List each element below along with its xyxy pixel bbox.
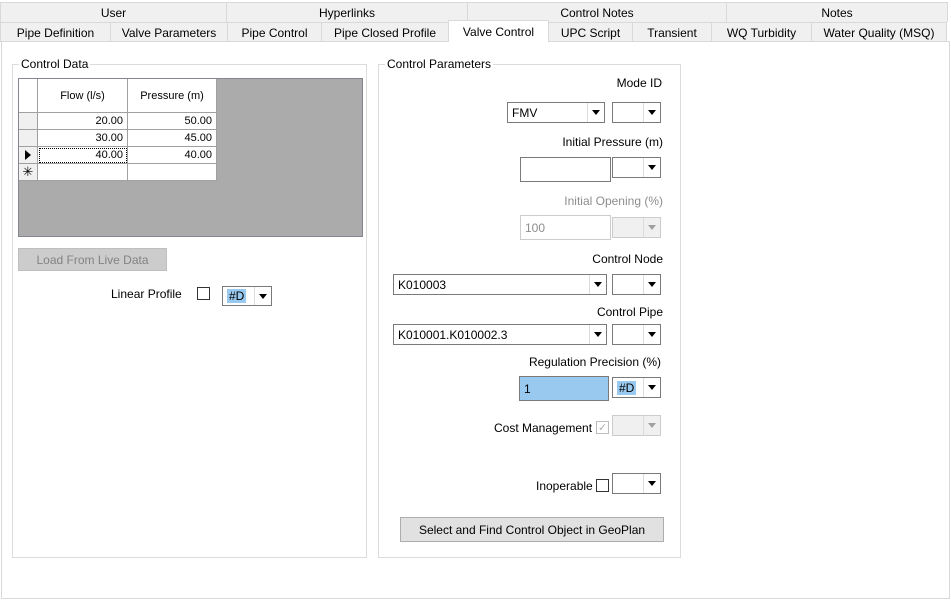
initial-pressure-input[interactable] (520, 157, 611, 182)
tab-pipe-definition[interactable]: Pipe Definition (0, 22, 111, 42)
initial-pressure-label: Initial Pressure (m) (562, 135, 663, 149)
grid-row-header-current[interactable] (19, 147, 38, 164)
control-pipe-value: K010001.K010002.3 (398, 327, 508, 342)
tab-row-top: User Hyperlinks Control Notes Notes (0, 2, 948, 22)
grid-new-cell-flow[interactable] (38, 164, 128, 181)
cost-management-flag-combo[interactable] (612, 415, 661, 436)
cost-management-label: Cost Management (494, 421, 593, 435)
chevron-down-icon (589, 325, 606, 344)
chevron-down-icon (643, 218, 660, 237)
select-and-find-control-object-button[interactable]: Select and Find Control Object in GeoPla… (400, 517, 664, 542)
cost-management-checkbox[interactable]: ✓ (596, 421, 609, 434)
tab-valve-control[interactable]: Valve Control (448, 20, 549, 42)
initial-opening-label: Initial Opening (%) (564, 194, 663, 208)
grid-new-row-header[interactable]: ✳ (19, 164, 38, 181)
tab-hyperlinks[interactable]: Hyperlinks (226, 2, 468, 22)
grid-row-header[interactable] (19, 113, 38, 130)
initial-pressure-flag-combo[interactable] (612, 157, 661, 178)
chevron-down-icon (587, 103, 604, 122)
inoperable-label: Inoperable (536, 479, 593, 493)
tab-water-quality-msq[interactable]: Water Quality (MSQ) (811, 22, 947, 42)
chevron-down-icon (589, 275, 606, 294)
regulation-precision-flag-value: #D (617, 380, 637, 395)
regulation-precision-label: Regulation Precision (%) (528, 355, 661, 369)
linear-profile-label: Linear Profile (111, 287, 182, 301)
mode-id-value: FMV (512, 105, 538, 120)
control-node-value: K010003 (398, 277, 447, 292)
grid-cell-flow[interactable]: 30.00 (38, 130, 128, 147)
mode-id-flag-combo[interactable] (612, 102, 661, 123)
inoperable-checkbox[interactable] (596, 479, 609, 492)
grid-header-pressure[interactable]: Pressure (m) (128, 79, 217, 113)
chevron-down-icon (643, 103, 660, 122)
control-data-legend: Control Data (21, 57, 89, 71)
control-pipe-combo[interactable]: K010001.K010002.3 (393, 324, 607, 345)
mode-id-label: Mode ID (616, 76, 662, 90)
load-from-live-data-button[interactable]: Load From Live Data (18, 248, 167, 271)
grid-cell-flow[interactable]: 20.00 (38, 113, 128, 130)
grid-cell-flow-selected[interactable]: 40.00 (38, 147, 128, 164)
chevron-down-icon (643, 378, 660, 397)
initial-opening-input[interactable]: 100 (520, 215, 611, 240)
inoperable-flag-combo[interactable] (612, 473, 661, 494)
linear-profile-flag-value: #D (227, 289, 247, 303)
control-pipe-label: Control Pipe (596, 305, 663, 319)
grid-cell-pressure[interactable]: 40.00 (128, 147, 217, 164)
grid-cell-pressure[interactable]: 50.00 (128, 113, 217, 130)
grid-row-header[interactable] (19, 130, 38, 147)
linear-profile-checkbox[interactable] (197, 287, 210, 300)
new-row-asterisk-icon: ✳ (22, 164, 34, 179)
tab-transient[interactable]: Transient (632, 22, 712, 42)
grid-header-flow[interactable]: Flow (l/s) (38, 79, 128, 113)
grid-new-cell-pressure[interactable] (128, 164, 217, 181)
current-row-arrow-icon (25, 150, 31, 160)
control-node-label: Control Node (592, 252, 663, 266)
control-parameters-legend: Control Parameters (387, 57, 492, 71)
chevron-down-icon (643, 325, 660, 344)
tab-control-notes[interactable]: Control Notes (467, 2, 727, 22)
linear-profile-flag-combo[interactable]: #D (222, 286, 272, 306)
tab-wq-turbidity[interactable]: WQ Turbidity (711, 22, 812, 42)
tab-pipe-control[interactable]: Pipe Control (227, 22, 322, 42)
tab-user[interactable]: User (0, 2, 227, 22)
checkmark-icon: ✓ (597, 422, 608, 434)
control-pipe-flag-combo[interactable] (612, 324, 661, 345)
tab-upc-script[interactable]: UPC Script (548, 22, 633, 42)
chevron-down-icon (643, 275, 660, 294)
control-node-combo[interactable]: K010003 (393, 274, 607, 295)
chevron-down-icon (643, 474, 660, 493)
chevron-down-icon (254, 287, 271, 305)
tab-notes[interactable]: Notes (726, 2, 948, 22)
control-node-flag-combo[interactable] (612, 274, 661, 295)
mode-id-combo[interactable]: FMV (507, 102, 605, 123)
tab-pipe-closed-profile[interactable]: Pipe Closed Profile (321, 22, 449, 42)
initial-opening-flag-combo[interactable] (612, 217, 661, 238)
regulation-precision-flag-combo[interactable]: #D (612, 377, 661, 398)
regulation-precision-input[interactable]: 1 (519, 376, 609, 401)
grid-cell-pressure[interactable]: 45.00 (128, 130, 217, 147)
grid-corner (19, 79, 38, 113)
control-data-grid[interactable]: Flow (l/s) Pressure (m) 20.00 50.00 30.0… (18, 78, 363, 237)
tab-row-bottom: Pipe Definition Valve Parameters Pipe Co… (0, 20, 947, 42)
chevron-down-icon (643, 158, 660, 177)
chevron-down-icon (643, 416, 660, 435)
tab-valve-parameters[interactable]: Valve Parameters (110, 22, 228, 42)
